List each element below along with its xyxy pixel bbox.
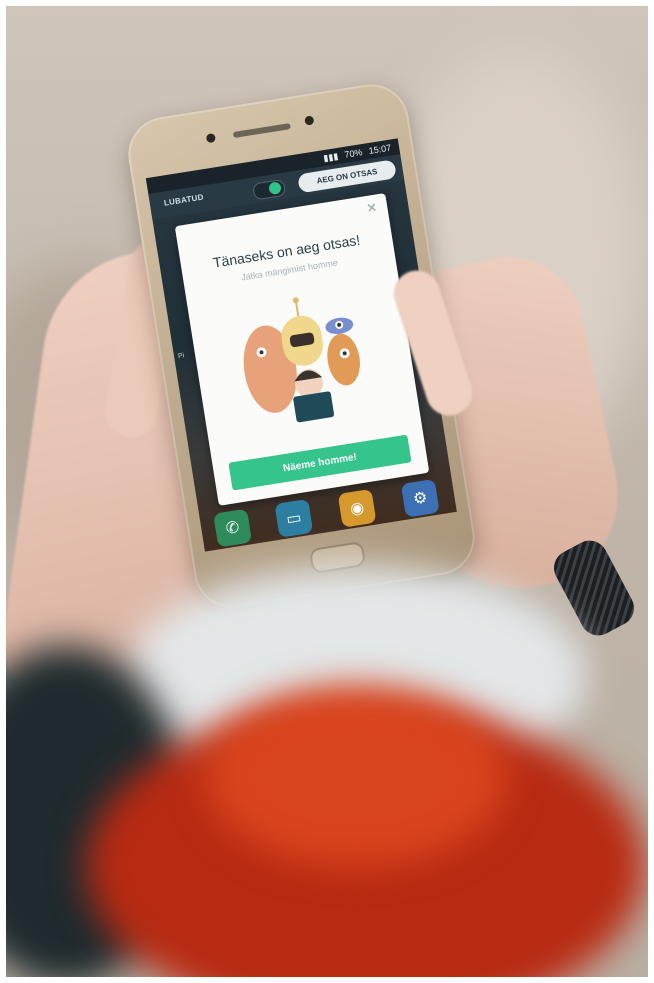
foreground-orange-blur [206, 686, 506, 866]
brown-monster [327, 333, 360, 386]
camera-icon[interactable]: ◉ [337, 488, 377, 528]
see-you-tomorrow-button[interactable]: Näeme homme! [228, 434, 412, 491]
app-label-left: Pi [177, 352, 185, 361]
toggle-knob [268, 181, 282, 196]
signal-icon: ▮▮▮ [322, 150, 339, 164]
message-icon[interactable]: ▭ [274, 498, 314, 538]
clock: 15:07 [368, 142, 392, 157]
time-up-dialog: ✕ Tänaseks on aeg otsas! Jätka mängimist… [174, 193, 430, 506]
phone-icon[interactable]: ✆ [213, 508, 253, 548]
battery-level: 70% [343, 147, 364, 160]
photo: ▮▮▮ 70% 15:07 LUBATUD AEG ON OTSAS ✕ Tän… [6, 6, 648, 977]
allowed-toggle[interactable] [252, 178, 287, 201]
child-laptop [293, 391, 335, 423]
sensor-icon [304, 115, 315, 126]
earpiece-speaker [232, 123, 291, 139]
monsters-illustration [243, 297, 360, 423]
allowed-label: LUBATUD [163, 192, 205, 208]
front-camera-icon [205, 132, 217, 144]
close-icon[interactable]: ✕ [365, 200, 378, 218]
settings-icon[interactable]: ⚙ [400, 478, 440, 518]
